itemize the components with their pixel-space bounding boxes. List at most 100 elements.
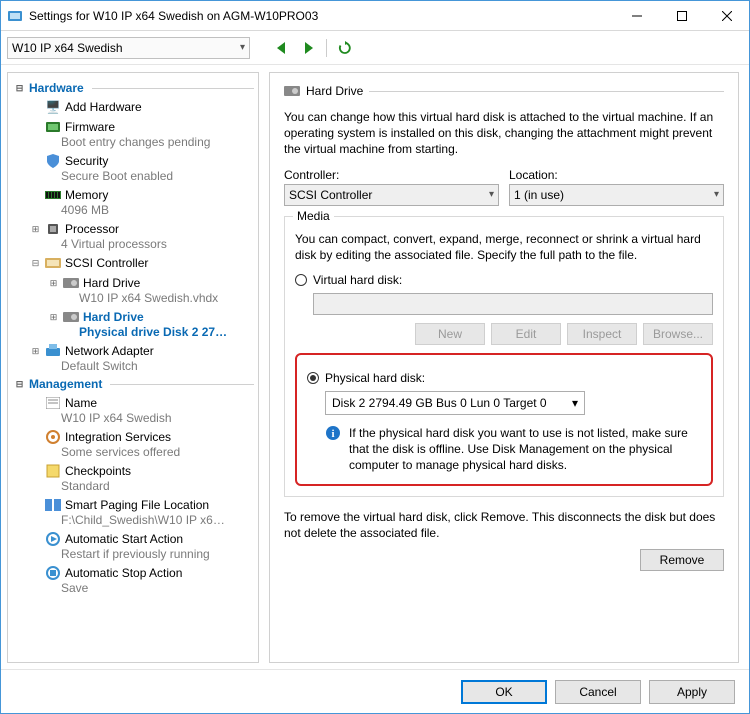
minimize-button[interactable] [614,1,659,31]
location-label: Location: [509,168,724,182]
node-label: Checkpoints [65,464,131,478]
collapse-icon[interactable]: ⊟ [30,258,41,269]
prev-button[interactable] [272,38,292,58]
media-description: You can compact, convert, expand, merge,… [295,231,713,263]
vhd-label: Virtual hard disk: [313,273,402,287]
refresh-button[interactable] [335,38,355,58]
media-group: Media You can compact, convert, expand, … [284,216,724,497]
remove-button[interactable]: Remove [640,549,724,571]
node-hard-drive-2[interactable]: ⊞Hard Drive Physical drive Disk 2 2794..… [10,307,258,341]
dialog-footer: OK Cancel Apply [1,669,749,713]
ok-button[interactable]: OK [461,680,547,704]
remove-row: Remove [284,549,724,571]
node-add-hardware[interactable]: ·🖥️Add Hardware [10,97,258,117]
radio-icon [295,274,307,286]
node-name[interactable]: ·Name W10 IP x64 Swedish [10,393,258,427]
node-checkpoints[interactable]: ·Checkpoints Standard [10,461,258,495]
apply-button[interactable]: Apply [649,680,735,704]
start-action-icon [45,531,61,547]
node-label: Automatic Stop Action [65,566,182,580]
node-label: Name [65,396,97,410]
location-select[interactable]: 1 (in use) ▾ [509,184,724,206]
collapse-icon[interactable]: ⊟ [14,379,25,390]
maximize-button[interactable] [659,1,704,31]
titlebar: Settings for W10 IP x64 Swedish on AGM-W… [1,1,749,31]
phd-label: Physical hard disk: [325,371,425,385]
category-management[interactable]: ⊟ Management [10,375,258,393]
chevron-down-icon: ▾ [489,189,494,200]
node-sublabel: Standard [30,479,230,493]
chevron-down-icon: ▾ [240,42,245,53]
node-firmware[interactable]: ·Firmware Boot entry changes pending [10,117,258,151]
hard-drive-icon [63,309,79,325]
phd-select[interactable]: Disk 2 2794.49 GB Bus 0 Lun 0 Target 0 ▾ [325,391,585,415]
phd-radio-row[interactable]: Physical hard disk: [307,371,701,385]
expand-icon[interactable]: ⊞ [30,346,41,357]
expand-icon[interactable]: ⊞ [48,278,59,289]
left-pane: ⊟ Hardware ·🖥️Add Hardware ·Firmware Boo… [1,66,263,669]
shield-icon [45,153,61,169]
vhd-radio-row[interactable]: Virtual hard disk: [295,273,713,287]
node-label: Network Adapter [65,344,154,358]
node-auto-start[interactable]: ·Automatic Start Action Restart if previ… [10,529,258,563]
name-icon [45,395,61,411]
paging-icon [45,497,61,513]
svg-text:i: i [331,428,334,440]
node-sublabel: Default Switch [30,359,230,373]
node-integration-services[interactable]: ·Integration Services Some services offe… [10,427,258,461]
expand-icon[interactable]: ⊞ [48,312,59,323]
remove-caption: To remove the virtual hard disk, click R… [284,509,724,541]
phd-info-text: If the physical hard disk you want to us… [349,425,701,474]
node-security[interactable]: ·Security Secure Boot enabled [10,151,258,185]
node-sublabel: 4 Virtual processors [30,237,230,251]
node-network-adapter[interactable]: ⊞ Network Adapter Default Switch [10,341,258,375]
vm-selector[interactable]: W10 IP x64 Swedish ▾ [7,37,250,59]
app-icon [7,8,23,24]
memory-icon [45,187,61,203]
node-sublabel: W10 IP x64 Swedish.vhdx [48,291,228,305]
network-icon [45,343,61,359]
node-sublabel: Boot entry changes pending [30,135,230,149]
node-auto-stop[interactable]: ·Automatic Stop Action Save [10,563,258,597]
cancel-button[interactable]: Cancel [555,680,641,704]
close-button[interactable] [704,1,749,31]
node-hard-drive-1[interactable]: ⊞Hard Drive W10 IP x64 Swedish.vhdx [10,273,258,307]
firmware-icon [45,119,61,135]
node-sublabel: 4096 MB [30,203,230,217]
section-title: Hard Drive [306,84,363,98]
info-icon: i [325,425,341,441]
node-label: Memory [65,188,108,202]
new-button: New [415,323,485,345]
stop-action-icon [45,565,61,581]
category-label: Management [29,377,102,391]
controller-location-row: Controller: SCSI Controller ▾ Location: … [284,168,724,206]
node-label: Processor [65,222,119,236]
next-button[interactable] [298,38,318,58]
inspect-button: Inspect [567,323,637,345]
integration-icon [45,429,61,445]
expand-icon[interactable]: ⊞ [30,224,41,235]
category-hardware[interactable]: ⊟ Hardware [10,79,258,97]
toolbar: W10 IP x64 Swedish ▾ [1,31,749,65]
node-memory[interactable]: ·Memory 4096 MB [10,185,258,219]
edit-button: Edit [491,323,561,345]
controller-select[interactable]: SCSI Controller ▾ [284,184,499,206]
node-processor[interactable]: ⊞ Processor 4 Virtual processors [10,219,258,253]
vhd-path-input[interactable] [313,293,713,315]
node-scsi-controller[interactable]: ⊟SCSI Controller [10,253,258,273]
node-smart-paging[interactable]: ·Smart Paging File Location F:\Child_Swe… [10,495,258,529]
window-title: Settings for W10 IP x64 Swedish on AGM-W… [29,9,614,23]
node-label: Integration Services [65,430,171,444]
phd-info: i If the physical hard disk you want to … [325,425,701,474]
node-sublabel: Some services offered [30,445,230,459]
details-panel: Hard Drive You can change how this virtu… [269,72,739,663]
browse-button: Browse... [643,323,713,345]
right-pane: Hard Drive You can change how this virtu… [263,66,749,669]
node-sublabel: Secure Boot enabled [30,169,230,183]
select-value: SCSI Controller [289,188,372,202]
collapse-icon[interactable]: ⊟ [14,83,25,94]
node-sublabel: Physical drive Disk 2 2794.... [48,325,228,339]
section-description: You can change how this virtual hard dis… [284,109,724,158]
vm-selector-label: W10 IP x64 Swedish [12,41,123,55]
category-label: Hardware [29,81,84,95]
